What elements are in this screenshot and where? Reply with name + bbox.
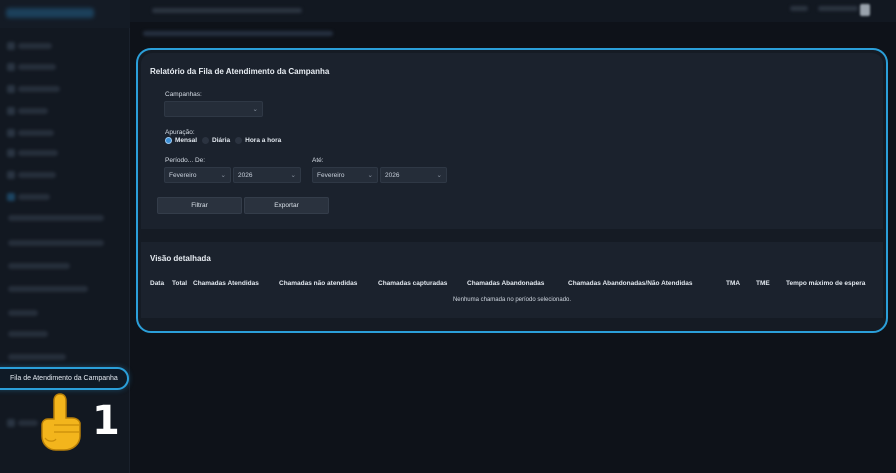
sidebar-item[interactable] xyxy=(7,129,54,137)
sidebar-item[interactable] xyxy=(7,149,58,157)
radio-icon xyxy=(202,137,210,144)
filter-card: Relatório da Fila de Atendimento da Camp… xyxy=(141,53,883,229)
col-total[interactable]: Total xyxy=(172,280,193,287)
campaigns-select[interactable]: ⌄ xyxy=(164,101,263,117)
from-year-select[interactable]: 2026 ⌄ xyxy=(233,167,301,183)
sidebar-item[interactable] xyxy=(7,419,38,427)
table-header: Data Total Chamadas Atendidas Chamadas n… xyxy=(150,280,865,287)
apuracao-label: Apuração: xyxy=(165,129,195,136)
to-year-select[interactable]: 2026 ⌄ xyxy=(380,167,447,183)
to-month-value: Fevereiro xyxy=(317,171,345,179)
sidebar-item[interactable] xyxy=(7,42,52,50)
breadcrumb xyxy=(143,31,333,36)
chevron-down-icon: ⌄ xyxy=(290,172,296,179)
col-tme[interactable]: TME xyxy=(756,280,786,287)
campaigns-label: Campanhas: xyxy=(165,91,202,98)
period-to-label: Até: xyxy=(312,157,324,164)
chevron-down-icon: ⌄ xyxy=(252,106,258,113)
user-icon[interactable] xyxy=(860,4,870,16)
to-month-select[interactable]: Fevereiro ⌄ xyxy=(312,167,378,183)
settings-icon[interactable] xyxy=(790,6,808,11)
sidebar-item[interactable] xyxy=(7,107,48,115)
radio-mensal[interactable]: Mensal xyxy=(165,137,197,144)
sidebar-subitem[interactable] xyxy=(8,331,48,337)
col-abandonadas[interactable]: Chamadas Abandonadas xyxy=(467,280,568,287)
radio-selected-icon xyxy=(165,137,172,144)
export-button[interactable]: Exportar xyxy=(244,197,329,214)
sidebar-item[interactable] xyxy=(7,85,60,93)
chevron-down-icon: ⌄ xyxy=(367,172,373,179)
from-year-value: 2026 xyxy=(238,171,253,179)
sidebar-item-fila-atendimento-campanha[interactable]: Fila de Atendimento da Campanha xyxy=(0,367,129,390)
from-month-select[interactable]: Fevereiro ⌄ xyxy=(164,167,231,183)
to-year-value: 2026 xyxy=(385,171,400,179)
sidebar-subitem[interactable] xyxy=(8,215,104,221)
report-panel: Relatório da Fila de Atendimento da Camp… xyxy=(136,48,888,333)
pointing-hand-icon xyxy=(41,393,81,451)
sidebar-subitem[interactable] xyxy=(8,263,70,269)
col-tma[interactable]: TMA xyxy=(726,280,756,287)
col-nao-atendidas[interactable]: Chamadas não atendidas xyxy=(279,280,378,287)
radio-hora-a-hora[interactable]: Hora a hora xyxy=(235,137,281,144)
sidebar-subitem[interactable] xyxy=(8,310,38,316)
radio-diaria[interactable]: Diária xyxy=(202,137,230,144)
radio-icon xyxy=(235,137,243,144)
col-atendidas[interactable]: Chamadas Atendidas xyxy=(193,280,279,287)
empty-message: Nenhuma chamada no período selecionado. xyxy=(452,297,572,303)
logo xyxy=(6,8,94,18)
radio-hora-label: Hora a hora xyxy=(245,137,282,144)
sidebar-item[interactable] xyxy=(7,193,50,201)
detail-title: Visão detalhada xyxy=(150,254,211,263)
col-tempo-maximo[interactable]: Tempo máximo de espera xyxy=(786,280,865,287)
page-title: Relatório da Fila de Atendimento da Camp… xyxy=(150,67,330,76)
chevron-down-icon: ⌄ xyxy=(220,172,226,179)
col-data[interactable]: Data xyxy=(150,280,172,287)
detail-section: Visão detalhada Data Total Chamadas Aten… xyxy=(141,242,883,318)
step-number: 1 xyxy=(92,398,120,444)
sidebar-item-label: Fila de Atendimento da Campanha xyxy=(10,375,118,382)
col-abandonadas-nao-atendidas[interactable]: Chamadas Abandonadas/Não Atendidas xyxy=(568,280,726,287)
filter-button[interactable]: Filtrar xyxy=(157,197,242,214)
sidebar-subitem[interactable] xyxy=(8,354,66,360)
sidebar-subitem[interactable] xyxy=(8,240,104,246)
period-from-label: Período... De: xyxy=(165,157,206,164)
radio-mensal-label: Mensal xyxy=(175,137,198,144)
page-heading xyxy=(152,8,302,13)
sidebar-subitem[interactable] xyxy=(8,286,88,292)
sidebar-item[interactable] xyxy=(7,63,56,71)
logo-bar xyxy=(0,0,130,28)
radio-diaria-label: Diária xyxy=(212,137,231,144)
col-capturadas[interactable]: Chamadas capturadas xyxy=(378,280,467,287)
user-menu[interactable] xyxy=(818,6,858,11)
sidebar-item[interactable] xyxy=(7,171,56,179)
apuracao-radio-group: Mensal Diária Hora a hora xyxy=(165,137,286,144)
chevron-down-icon: ⌄ xyxy=(436,172,442,179)
top-bar xyxy=(130,0,896,22)
from-month-value: Fevereiro xyxy=(169,171,197,179)
